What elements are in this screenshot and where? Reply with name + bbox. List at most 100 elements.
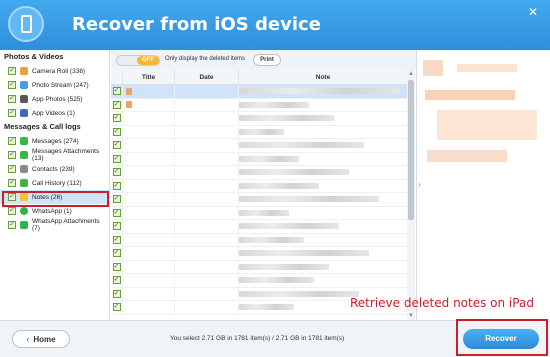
date-cell <box>175 193 239 206</box>
checkbox[interactable] <box>112 222 121 231</box>
column-header-title[interactable]: Title <box>123 70 175 84</box>
title-cell <box>123 260 175 273</box>
table-row[interactable] <box>111 166 408 180</box>
table-row[interactable] <box>111 139 408 153</box>
title-cell <box>123 247 175 260</box>
sidebar-item-photo-stream[interactable]: Photo Stream (247) <box>0 78 109 92</box>
date-cell <box>175 247 239 260</box>
title-cell <box>123 301 175 314</box>
sidebar-item-whatsapp-attachments[interactable]: WhatsApp Attachments (7) <box>0 218 109 232</box>
row-checkbox-cell <box>111 260 123 273</box>
table-scrollbar[interactable]: ▲ ▼ <box>407 70 415 320</box>
checkbox[interactable] <box>112 141 121 150</box>
chevron-right-icon[interactable]: › <box>418 180 421 189</box>
table-row[interactable] <box>111 85 408 99</box>
scroll-down-icon[interactable]: ▼ <box>407 312 415 320</box>
blurred-content <box>437 110 537 140</box>
checkbox[interactable] <box>8 165 16 173</box>
blurred-note-text <box>239 88 399 95</box>
sidebar-item-label: WhatsApp Attachments (7) <box>32 218 100 232</box>
table-row[interactable] <box>111 206 408 220</box>
table-row[interactable] <box>111 233 408 247</box>
sidebar-item-app-photos[interactable]: App Photos (525) <box>0 92 109 106</box>
checkbox[interactable] <box>112 249 121 258</box>
checkbox[interactable] <box>112 114 121 123</box>
title-cell <box>123 179 175 192</box>
blurred-content <box>457 64 517 72</box>
blurred-note-text <box>239 196 379 203</box>
note-cell <box>239 206 408 219</box>
sidebar-item-messages[interactable]: Messages (274) <box>0 134 109 148</box>
title-cell <box>123 287 175 300</box>
close-icon[interactable]: ✕ <box>524 5 542 19</box>
checkbox[interactable] <box>8 179 16 187</box>
note-cell <box>239 260 408 273</box>
note-cell <box>239 125 408 138</box>
row-checkbox-cell <box>111 274 123 287</box>
table-row[interactable] <box>111 152 408 166</box>
scroll-up-icon[interactable]: ▲ <box>407 70 415 78</box>
title-cell <box>123 220 175 233</box>
checkbox[interactable] <box>112 195 121 204</box>
table-row[interactable] <box>111 260 408 274</box>
checkbox[interactable] <box>8 207 16 215</box>
table-row[interactable] <box>111 112 408 126</box>
checkbox[interactable] <box>112 289 121 298</box>
table-row[interactable] <box>111 125 408 139</box>
deleted-only-toggle[interactable]: OFF <box>116 55 160 66</box>
title-cell <box>123 112 175 125</box>
checkbox[interactable] <box>112 235 121 244</box>
checkbox[interactable] <box>8 137 16 145</box>
checkbox[interactable] <box>112 154 121 163</box>
date-cell <box>175 220 239 233</box>
checkbox[interactable] <box>8 221 16 229</box>
print-button[interactable]: Print <box>253 54 281 66</box>
date-cell <box>175 301 239 314</box>
checkbox[interactable] <box>112 100 121 109</box>
sidebar-item-messages-attachments[interactable]: Messages Attachments (13) <box>0 148 109 162</box>
home-button[interactable]: ‹ Home <box>12 330 70 348</box>
checkbox[interactable] <box>112 303 121 312</box>
table-row[interactable] <box>111 220 408 234</box>
table-row[interactable] <box>111 179 408 193</box>
checkbox[interactable] <box>112 127 121 136</box>
checkbox[interactable] <box>112 168 121 177</box>
column-header-note[interactable]: Note <box>239 70 408 84</box>
sidebar-item-call-history[interactable]: Call History (112) <box>0 176 109 190</box>
note-cell <box>239 152 408 165</box>
blurred-note-text <box>239 128 284 135</box>
checkbox[interactable] <box>8 151 16 159</box>
scroll-thumb[interactable] <box>408 80 414 220</box>
table-row[interactable] <box>111 193 408 207</box>
selection-status: You select 2.71 GB in 1781 item(s) / 2.7… <box>170 335 345 342</box>
blurred-note-text <box>239 263 329 270</box>
sidebar-item-app-videos[interactable]: App Videos (1) <box>0 106 109 120</box>
note-cell <box>239 98 408 111</box>
sidebar-item-contacts[interactable]: Contacts (239) <box>0 162 109 176</box>
checkbox[interactable] <box>8 81 16 89</box>
table-row[interactable] <box>111 98 408 112</box>
sidebar-item-label: Call History (112) <box>32 179 82 187</box>
sidebar-item-label: App Videos (1) <box>32 109 75 117</box>
checkbox[interactable] <box>112 181 121 190</box>
checkbox[interactable] <box>112 262 121 271</box>
date-cell <box>175 274 239 287</box>
table-row[interactable] <box>111 247 408 261</box>
notes-table: Title Date Note <box>111 70 408 320</box>
date-cell <box>175 152 239 165</box>
checkbox[interactable] <box>112 87 121 96</box>
checkbox[interactable] <box>8 95 16 103</box>
checkbox[interactable] <box>8 109 16 117</box>
note-detail-panel: › <box>416 50 550 320</box>
sidebar-item-camera-roll[interactable]: Camera Roll (336) <box>0 64 109 78</box>
checkbox[interactable] <box>112 208 121 217</box>
column-header-date[interactable]: Date <box>175 70 239 84</box>
checkbox[interactable] <box>112 276 121 285</box>
phone-icon <box>20 179 28 187</box>
note-cell <box>239 274 408 287</box>
table-row[interactable] <box>111 274 408 288</box>
sidebar-section-messages: Messages & Call logs <box>4 122 81 131</box>
row-checkbox-cell <box>111 233 123 246</box>
checkbox[interactable] <box>8 67 16 75</box>
page-title: Recover from iOS device <box>72 14 321 35</box>
